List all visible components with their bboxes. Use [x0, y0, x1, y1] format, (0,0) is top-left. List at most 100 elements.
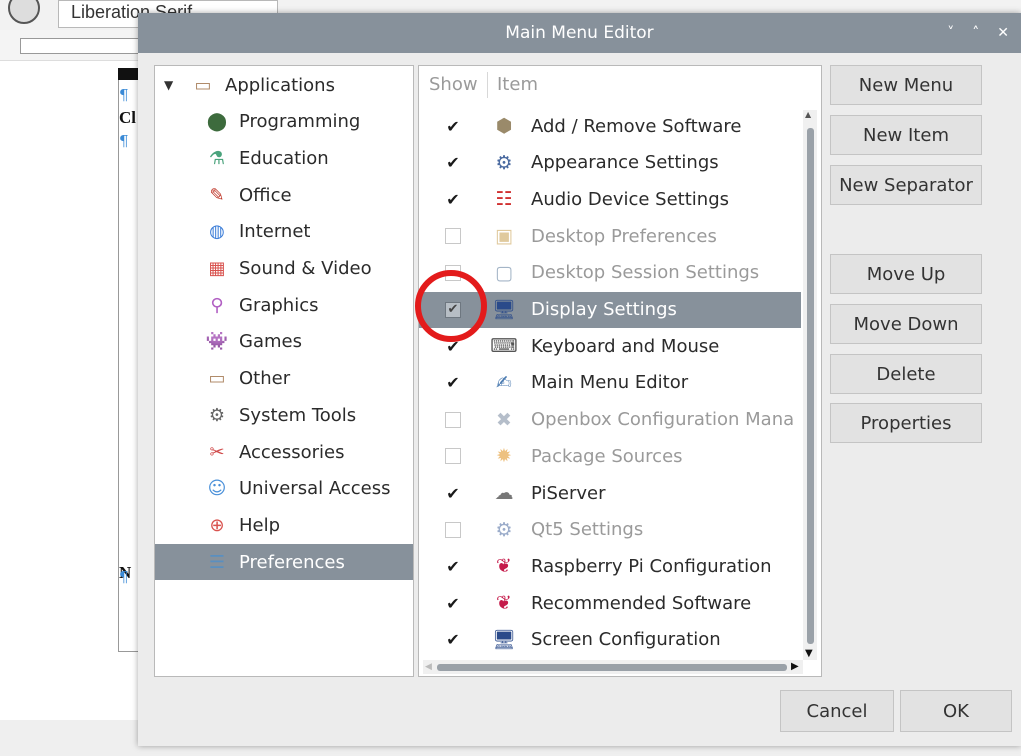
column-header-item[interactable]: Item: [497, 66, 538, 104]
show-checkbox[interactable]: ✔: [445, 594, 461, 613]
list-item[interactable]: ✔ ⚙ Appearance Settings: [419, 145, 801, 181]
applications-icon: ▭: [194, 74, 212, 96]
appearance-icon: ⚙: [495, 151, 513, 174]
list-item[interactable]: ✔ ⬢ Add / Remove Software: [419, 108, 801, 144]
list-item[interactable]: ✖ Openbox Configuration Mana: [419, 402, 801, 438]
column-header-show[interactable]: Show: [429, 66, 478, 104]
list-item[interactable]: ✔ ✍ Main Menu Editor: [419, 365, 801, 401]
preferences-icon: ☰: [208, 551, 226, 573]
cancel-button[interactable]: Cancel: [780, 690, 894, 732]
list-item-label: Keyboard and Mouse: [531, 335, 720, 357]
move-down-button[interactable]: Move Down: [830, 304, 982, 344]
tree-item-other[interactable]: ▭ Other: [155, 361, 413, 397]
tree-item-sound-video[interactable]: ▦ Sound & Video: [155, 251, 413, 287]
list-item-label: Recommended Software: [531, 592, 752, 614]
dialog-titlebar[interactable]: Main Menu Editor ˅ ˄ ✕: [138, 13, 1021, 53]
tree-item-label: Preferences: [239, 551, 345, 573]
tree-item-internet[interactable]: ◍ Internet: [155, 214, 413, 250]
dialog-title: Main Menu Editor: [505, 23, 654, 43]
list-item[interactable]: ✔ ☁ PiServer: [419, 475, 801, 511]
scroll-right-arrow-icon[interactable]: ▶: [791, 661, 799, 672]
package-sources-icon: ✹: [496, 445, 512, 468]
scroll-up-arrow-icon[interactable]: ▲: [805, 110, 811, 119]
move-up-button[interactable]: Move Up: [830, 254, 982, 294]
tree-item-universal-access[interactable]: ☺ Universal Access: [155, 471, 413, 507]
menu-editor-icon: ✍: [496, 371, 512, 394]
ok-button[interactable]: OK: [900, 690, 1012, 732]
minimize-icon[interactable]: ˅: [947, 13, 954, 53]
show-checkbox[interactable]: [445, 228, 461, 245]
screen-icon: 🖥: [491, 629, 517, 652]
tree-item-preferences[interactable]: ☰ Preferences: [155, 544, 413, 581]
scroll-down-arrow-icon[interactable]: ▼: [805, 648, 813, 659]
list-item[interactable]: ✔ ☷ Audio Device Settings: [419, 181, 801, 217]
list-item-label: Desktop Session Settings: [531, 262, 760, 284]
show-checkbox[interactable]: ✔: [445, 630, 461, 649]
list-item-label: Main Menu Editor: [531, 372, 689, 394]
vertical-scrollbar-thumb[interactable]: [807, 128, 814, 644]
show-checkbox[interactable]: [445, 411, 461, 428]
delete-button[interactable]: Delete: [830, 354, 982, 394]
show-checkbox[interactable]: ✔: [445, 484, 461, 503]
package-icon: ⬢: [495, 115, 513, 137]
list-item[interactable]: ✔ ❦ Recommended Software: [419, 585, 801, 621]
tree-item-label: Universal Access: [239, 478, 391, 500]
list-item-label: Package Sources: [531, 445, 683, 467]
universal-access-icon: ☺: [207, 478, 227, 500]
show-checkbox[interactable]: ✔: [445, 117, 461, 136]
list-item[interactable]: ✔ 🖥 Screen Configuration: [419, 622, 801, 658]
close-icon[interactable]: ✕: [997, 13, 1009, 53]
tree-item-label: Programming: [239, 111, 361, 133]
other-icon: ▭: [208, 368, 226, 390]
expander-arrow-icon[interactable]: ▼: [164, 78, 173, 92]
document-marker: [118, 68, 140, 80]
show-checkbox[interactable]: ✔: [445, 373, 461, 392]
help-icon: ⊕: [209, 514, 225, 536]
ruler-indent-marker[interactable]: [20, 38, 142, 54]
tree-item-accessories[interactable]: ✂ Accessories: [155, 434, 413, 470]
session-icon: ▢: [495, 261, 513, 284]
display-icon: 🖥: [491, 299, 517, 321]
tree-item-graphics[interactable]: ⚲ Graphics: [155, 287, 413, 323]
scroll-left-arrow-icon[interactable]: ◀: [425, 662, 432, 672]
horizontal-scrollbar-thumb[interactable]: [437, 664, 787, 671]
list-item[interactable]: ✔ ❦ Raspberry Pi Configuration: [419, 548, 801, 584]
tree-item-games[interactable]: 👾 Games: [155, 324, 413, 360]
menu-tree[interactable]: ▼ ▭ Applications ⬤ Programming ⚗ Education ✎ Off…: [154, 65, 414, 677]
list-item[interactable]: ✔ ⌨ Keyboard and Mouse: [419, 328, 801, 364]
list-item-label: Openbox Configuration Mana: [531, 409, 795, 431]
list-item[interactable]: ▣ Desktop Preferences: [419, 218, 801, 254]
tree-item-programming[interactable]: ⬤ Programming: [155, 104, 413, 140]
show-checkbox[interactable]: ✔: [445, 190, 461, 209]
accessories-icon: ✂: [209, 441, 225, 463]
show-checkbox[interactable]: [445, 448, 461, 465]
pilcrow-mark: ¶: [119, 86, 129, 104]
tree-item-office[interactable]: ✎ Office: [155, 177, 413, 213]
games-icon: 👾: [205, 331, 229, 353]
tree-item-applications[interactable]: ▼ ▭ Applications: [155, 67, 413, 103]
properties-button[interactable]: Properties: [830, 403, 982, 443]
maximize-icon[interactable]: ˄: [972, 13, 979, 53]
new-menu-button[interactable]: New Menu: [830, 65, 982, 105]
audio-icon: ☷: [495, 188, 513, 211]
tree-item-education[interactable]: ⚗ Education: [155, 140, 413, 176]
tree-item-label: Sound & Video: [239, 258, 372, 279]
new-item-button[interactable]: New Item: [830, 115, 982, 155]
list-item-label: PiServer: [531, 482, 606, 504]
list-item-label: Display Settings: [531, 299, 677, 320]
new-separator-button[interactable]: New Separator: [830, 165, 982, 205]
sound-video-icon: ▦: [208, 258, 226, 279]
item-list[interactable]: Show Item ▲ ▼ ◀ ▶ ✔ ⬢ Add / Remove Softwar…: [418, 65, 822, 677]
tree-item-system-tools[interactable]: ⚙ System Tools: [155, 397, 413, 433]
show-checkbox[interactable]: ✔: [445, 557, 461, 576]
tree-item-label: Office: [239, 184, 292, 206]
show-checkbox[interactable]: [445, 521, 461, 538]
main-menu-editor-dialog: Main Menu Editor ˅ ˄ ✕ ▼ ▭ Applications ⬤ Pr…: [138, 13, 1021, 746]
tree-item-help[interactable]: ⊕ Help: [155, 507, 413, 543]
show-checkbox[interactable]: ✔: [445, 153, 461, 172]
pilcrow-mark: ¶: [119, 568, 129, 586]
list-item[interactable]: ⚙ Qt5 Settings: [419, 512, 801, 548]
internet-icon: ◍: [209, 221, 225, 243]
list-item[interactable]: ✹ Package Sources: [419, 438, 801, 474]
list-item-label: Appearance Settings: [531, 152, 719, 174]
